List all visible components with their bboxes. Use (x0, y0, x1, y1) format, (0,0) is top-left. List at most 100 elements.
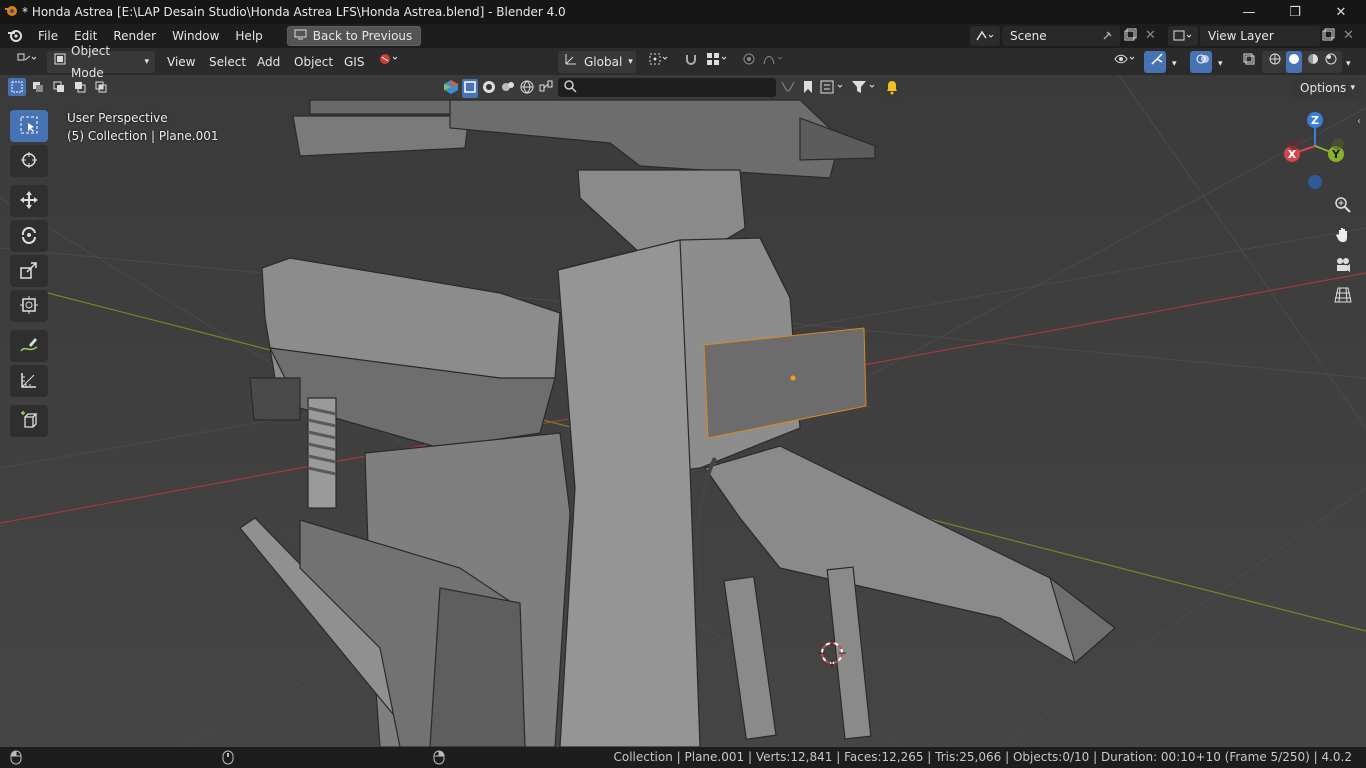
mesh-filter-icon[interactable] (481, 79, 497, 98)
camera-icon (1334, 256, 1352, 277)
ortho-toggle-button[interactable] (1331, 284, 1355, 308)
maximize-button[interactable]: ❐ (1272, 0, 1318, 24)
header-menu-add[interactable]: Add (251, 51, 286, 73)
view-layer-field[interactable]: View Layer (1200, 26, 1320, 46)
rotate-tool[interactable] (10, 220, 48, 252)
transform-tool[interactable] (10, 290, 48, 322)
node-filter-icon[interactable] (538, 79, 554, 98)
back-to-previous-button[interactable]: Back to Previous (286, 26, 422, 46)
editor-type-button[interactable] (10, 51, 42, 73)
rendered-shading-icon[interactable] (1324, 51, 1338, 73)
close-icon: ✕ (1335, 4, 1347, 20)
gizmo-x-label: X (1288, 148, 1297, 161)
rear-shock (307, 397, 337, 509)
proportional-edit-icon[interactable] (736, 51, 756, 73)
header-menu-gis[interactable]: GIS (338, 51, 370, 73)
pin-icon[interactable] (1101, 30, 1113, 45)
rotate-icon (19, 225, 39, 248)
select-box-tool[interactable] (10, 110, 48, 142)
viewport-subheader (0, 75, 1366, 101)
object-filter-icon[interactable] (462, 79, 478, 98)
gizmo-toggle-icon[interactable] (1144, 51, 1166, 73)
shading-dropdown-icon[interactable]: ▾ (1340, 51, 1356, 73)
move-tool[interactable] (10, 185, 48, 217)
overlays-toggle-icon[interactable] (1190, 51, 1212, 73)
transform-orientation-dropdown[interactable]: Global ▾ (558, 51, 636, 73)
navigation-gizmo[interactable]: Z X Y (1280, 108, 1350, 192)
object-type-filter-group (443, 79, 554, 98)
xray-toggle-icon[interactable] (1236, 51, 1258, 73)
move-icon (19, 190, 39, 213)
hierarchy-icon[interactable] (820, 79, 848, 98)
color-palette-icon[interactable] (443, 79, 459, 98)
bookmark-icon[interactable] (802, 80, 814, 97)
options-dropdown[interactable]: Options ▾ (1291, 78, 1361, 98)
gizmo-y-label: Y (1331, 148, 1341, 161)
scene-render[interactable] (0, 48, 1366, 747)
chevron-down-icon: ▾ (144, 57, 149, 67)
orientation-label: Global (584, 55, 623, 69)
viewport-info-overlay: User Perspective (5) Collection | Plane.… (67, 109, 218, 145)
light-filter-icon[interactable] (500, 79, 516, 98)
mouse-middle-icon (222, 750, 234, 768)
cursor-icon (19, 150, 39, 173)
hand-icon (1334, 226, 1352, 247)
select-new-icon[interactable] (8, 78, 26, 96)
annotate-tool[interactable] (10, 330, 48, 362)
material-shading-icon[interactable] (1306, 51, 1320, 73)
measure-tool[interactable] (10, 365, 48, 397)
blender-menu-icon[interactable] (0, 29, 30, 43)
overlays-dropdown-icon[interactable]: ▾ (1212, 51, 1228, 73)
back-to-previous-label: Back to Previous (312, 29, 413, 43)
select-subtract-icon[interactable] (50, 78, 68, 96)
top-menu-bar: File Edit Render Window Help Back to Pre… (0, 24, 1366, 48)
menu-file[interactable]: File (30, 24, 66, 48)
falloff-icon[interactable] (756, 51, 788, 73)
view-layer-icon[interactable] (1168, 26, 1198, 46)
add-cube-tool[interactable] (10, 405, 48, 437)
wireframe-shading-icon[interactable] (1268, 51, 1282, 73)
menu-help[interactable]: Help (227, 24, 270, 48)
notification-bell-icon[interactable] (882, 78, 902, 99)
search-input[interactable] (558, 78, 776, 97)
blender-logo-icon (4, 4, 18, 18)
world-filter-icon[interactable] (519, 79, 535, 98)
cursor-tool[interactable] (10, 145, 48, 177)
snap-toggle-icon[interactable] (678, 51, 700, 73)
window-title: * Honda Astrea [E:\LAP Desain Studio\Hon… (22, 5, 566, 19)
maximize-icon: ❐ (1289, 4, 1301, 20)
delete-scene-icon[interactable]: ✕ (1145, 28, 1156, 43)
mode-dropdown[interactable]: Object Mode ▾ (47, 44, 155, 80)
gis-globe-icon[interactable] (372, 51, 404, 73)
mouse-left-icon (10, 750, 22, 768)
new-view-layer-icon[interactable] (1321, 28, 1335, 45)
selection-mode-group (8, 78, 110, 96)
menu-window[interactable]: Window (164, 24, 227, 48)
orientation-icon (564, 51, 578, 73)
select-extend-icon[interactable] (29, 78, 47, 96)
header-menu-select[interactable]: Select (203, 51, 252, 73)
3d-viewport[interactable] (0, 48, 1366, 747)
gizmo-dropdown-icon[interactable]: ▾ (1166, 51, 1182, 73)
scene-type-icon[interactable] (970, 26, 1000, 46)
funnel-filter-icon[interactable] (850, 79, 880, 98)
scale-tool[interactable] (10, 255, 48, 287)
pan-button[interactable] (1331, 224, 1355, 248)
select-intersect-icon[interactable] (92, 78, 110, 96)
zoom-icon (1334, 196, 1352, 217)
header-menu-view[interactable]: View (161, 51, 201, 73)
zoom-button[interactable] (1331, 194, 1355, 218)
snap-increment-icon[interactable] (700, 51, 732, 73)
delete-view-layer-icon[interactable]: ✕ (1343, 28, 1354, 43)
solid-shading-icon[interactable] (1286, 51, 1302, 73)
header-menu-object[interactable]: Object (288, 51, 339, 73)
new-scene-icon[interactable] (1123, 28, 1137, 45)
close-button[interactable]: ✕ (1318, 0, 1364, 24)
sidebar-toggle-icon[interactable]: ‹ (1357, 116, 1361, 127)
minimize-button[interactable]: — (1226, 0, 1272, 24)
visibility-icon[interactable] (1108, 51, 1140, 73)
pivot-point-icon[interactable] (642, 51, 674, 73)
camera-view-button[interactable] (1331, 254, 1355, 278)
filter-toggle-icon[interactable] (780, 80, 796, 97)
select-invert-icon[interactable] (71, 78, 89, 96)
